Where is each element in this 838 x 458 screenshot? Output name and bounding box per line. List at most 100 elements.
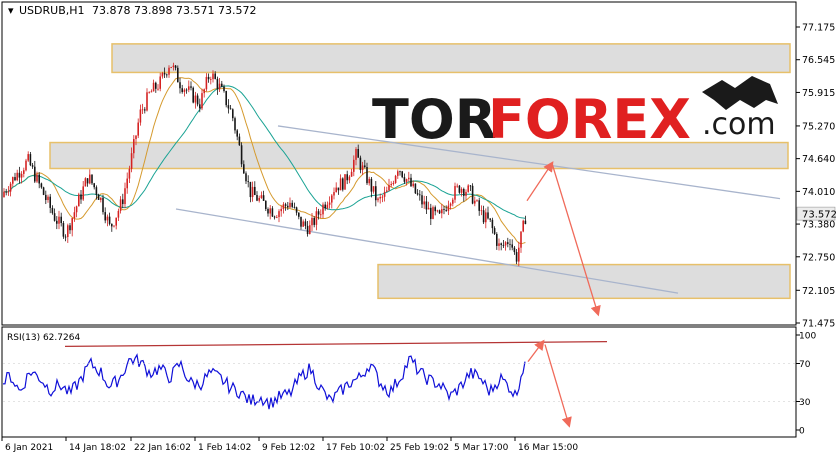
candle-body	[60, 216, 62, 224]
candle-body	[97, 194, 100, 200]
candle-body	[502, 244, 505, 246]
candle-body	[75, 206, 78, 213]
candle-body	[361, 165, 364, 171]
candle-body	[67, 225, 69, 237]
candle-body	[212, 73, 214, 80]
candle-body	[273, 216, 276, 218]
candle-body	[513, 247, 516, 253]
chart-canvas: TOR FOREX .com ▾ USDRUB,H1 73.878 73.898…	[1, 1, 837, 453]
price-tick-label: 74.010	[802, 187, 835, 198]
candle-body	[456, 185, 458, 187]
candle-body	[163, 73, 166, 75]
candle-body	[379, 197, 381, 199]
candle-body	[452, 199, 454, 204]
candle-body	[317, 211, 320, 215]
candle-body	[218, 83, 221, 90]
candle-body	[355, 148, 357, 160]
time-tick-label: 16 Mar 15:00	[518, 443, 578, 453]
candle-body	[370, 178, 373, 192]
candle-body	[397, 171, 399, 176]
candle-body	[287, 205, 289, 208]
candle-body	[157, 88, 159, 90]
candle-body	[399, 171, 401, 173]
candle-body	[91, 174, 93, 184]
candle-body	[392, 182, 395, 185]
candle-body	[359, 157, 362, 171]
price-zone	[111, 43, 791, 74]
candle-body	[128, 168, 131, 179]
candle-body	[390, 184, 392, 186]
candle-body	[298, 212, 300, 217]
candle-body	[124, 188, 126, 205]
candle-body	[375, 186, 377, 201]
candle-body	[179, 82, 181, 89]
candle-body	[383, 191, 386, 197]
candle-body	[405, 179, 408, 182]
candle-body	[425, 201, 428, 210]
candle-body	[89, 174, 91, 184]
candle-body	[126, 178, 128, 189]
ohlc-values: 73.878 73.898 73.571 73.572	[92, 4, 256, 17]
candle-body	[122, 199, 124, 205]
candle-body	[86, 178, 89, 184]
candle-body	[430, 207, 432, 219]
candle-body	[205, 76, 208, 90]
candle-body	[20, 173, 23, 178]
candle-body	[23, 170, 25, 174]
candle-body	[412, 183, 414, 187]
candle-body	[31, 165, 34, 167]
candle-body	[331, 195, 333, 203]
candle-body	[438, 210, 441, 214]
candle-body	[201, 93, 203, 109]
candle-body	[104, 212, 106, 221]
candle-body	[188, 86, 190, 90]
candle-body	[320, 214, 322, 216]
candle-body	[247, 181, 249, 183]
candle-body	[245, 173, 247, 182]
symbol-icon: ▾	[8, 4, 14, 17]
candle-body	[291, 202, 293, 207]
candle-body	[210, 79, 212, 80]
candle-body	[236, 130, 238, 137]
candle-body	[520, 231, 522, 248]
candle-body	[357, 148, 359, 158]
candle-body	[372, 186, 375, 192]
price-tick-label: 71.475	[802, 319, 835, 330]
candle-body	[161, 73, 164, 77]
candle-body	[507, 242, 509, 244]
candle-body	[225, 91, 227, 106]
time-tick-label: 22 Jan 16:02	[134, 443, 191, 453]
time-tick-label: 6 Jan 2021	[5, 443, 53, 453]
candle-body	[256, 195, 258, 201]
candle-body	[5, 191, 7, 193]
candle-body	[229, 108, 232, 110]
candle-body	[522, 220, 524, 232]
candle-body	[465, 191, 467, 196]
candle-body	[471, 185, 474, 204]
candle-body	[304, 221, 307, 226]
candle-body	[408, 177, 410, 180]
candle-body	[498, 243, 500, 246]
price-tick-label: 77.175	[802, 23, 835, 34]
candle-body	[364, 165, 366, 167]
candle-body	[137, 122, 139, 136]
candle-body	[322, 204, 324, 215]
price-tick-label: 75.270	[802, 121, 835, 132]
candle-body	[269, 208, 271, 214]
candle-body	[194, 95, 197, 103]
candle-body	[16, 172, 18, 181]
candle-body	[238, 136, 241, 146]
candle-body	[53, 213, 56, 221]
candle-body	[40, 183, 43, 188]
candle-body	[203, 89, 205, 94]
candle-body	[416, 193, 419, 195]
candle-body	[511, 244, 513, 248]
candle-body	[344, 174, 346, 190]
candle-body	[271, 208, 274, 217]
candle-body	[386, 190, 388, 192]
candle-body	[78, 194, 80, 207]
candle-body	[148, 92, 150, 94]
candle-body	[394, 175, 397, 183]
candle-body	[421, 195, 423, 205]
candle-body	[150, 91, 153, 93]
